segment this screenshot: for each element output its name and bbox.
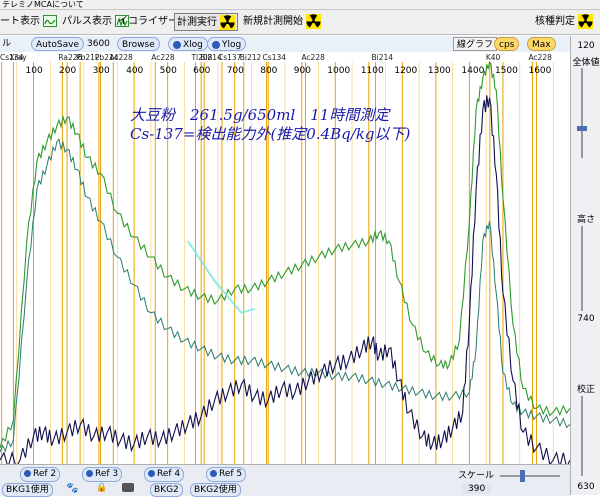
measure-run-button[interactable]: 計測実行 bbox=[174, 13, 239, 31]
channels-value: 3600 bbox=[87, 39, 110, 49]
peak-label: Ac228 bbox=[151, 53, 175, 62]
lock-icon[interactable]: 🔒 bbox=[96, 483, 107, 493]
x-tick-label: 200 bbox=[59, 66, 77, 76]
x-tick-label: 1200 bbox=[394, 66, 418, 76]
ref2-toggle[interactable]: Ref 2 bbox=[20, 467, 61, 482]
new-measure-button[interactable]: 新規計測開始 bbox=[243, 13, 322, 31]
height-label: 高さ bbox=[576, 215, 595, 225]
radiation-icon bbox=[220, 14, 236, 30]
ylog-toggle[interactable]: Ylog bbox=[207, 37, 247, 51]
peak-label: K40 bbox=[485, 53, 501, 62]
nuclide-judge-button[interactable]: 核種判定 bbox=[535, 13, 594, 31]
scale-slider-thumb[interactable] bbox=[520, 470, 525, 482]
ref2-label: Ref 2 bbox=[33, 469, 57, 479]
radiation-icon bbox=[578, 13, 594, 29]
max-toggle[interactable]: Max bbox=[527, 37, 556, 51]
reference-bar: Ref 2 Ref 3 Ref 4 Ref 5 BKG1使用 🐾 🔒 BKG2 … bbox=[0, 464, 570, 497]
autosave-toggle[interactable]: AutoSave bbox=[31, 37, 84, 51]
x-tick-label: 300 bbox=[92, 66, 110, 76]
full-value-slider-track[interactable] bbox=[581, 68, 583, 158]
peak-label: Ac228 bbox=[301, 53, 325, 62]
scale-slider-track[interactable] bbox=[500, 475, 560, 477]
x-tick-label: 1600 bbox=[528, 66, 552, 76]
radio-dot-icon bbox=[148, 470, 155, 477]
calibration-value: 630 bbox=[577, 482, 595, 492]
radio-dot-icon bbox=[24, 470, 31, 477]
radio-dot-icon bbox=[212, 40, 220, 49]
ylog-label: Ylog bbox=[222, 40, 242, 50]
full-value-slider-thumb[interactable] bbox=[577, 126, 587, 131]
top-value: 120 bbox=[577, 41, 595, 51]
new-measure-label: 新規計測開始 bbox=[243, 16, 303, 27]
ref3-label: Ref 3 bbox=[95, 469, 119, 479]
x-tick-label: 800 bbox=[260, 66, 278, 76]
chart-display-toggle[interactable]: ート表示 bbox=[0, 13, 58, 31]
measure-run-label: 計測実行 bbox=[177, 17, 217, 28]
nuclide-judge-label: 核種判定 bbox=[535, 16, 575, 27]
line-graph-toggle[interactable]: 線グラフ bbox=[453, 37, 498, 51]
radiation-icon bbox=[306, 13, 322, 29]
radio-dot-icon bbox=[173, 40, 181, 49]
scale-value: 390 bbox=[462, 484, 492, 494]
peak-label: Bi214 bbox=[371, 53, 394, 62]
height-value: 740 bbox=[577, 314, 595, 324]
peak-label: Ac228 bbox=[528, 53, 552, 62]
x-tick-label: 1400 bbox=[461, 66, 485, 76]
peak-label: Bi212 bbox=[239, 53, 262, 62]
options-left-fragment: ル bbox=[2, 39, 12, 49]
x-tick-label: 100 bbox=[25, 66, 43, 76]
energy-axis: 100 200 300 400 500 600 700 800 900 1000 1100 1200 1… bbox=[0, 52, 570, 76]
x-tick-label: 1100 bbox=[360, 66, 384, 76]
calibration-label: 校正 bbox=[576, 385, 595, 395]
radio-dot-icon bbox=[86, 470, 93, 477]
window-title-fragment: テレミノMCAについて bbox=[0, 0, 600, 10]
right-control-panel: 120 全体値 高さ 740 校正 630 bbox=[570, 36, 600, 495]
xlog-label: Xlog bbox=[183, 40, 203, 50]
options-bar: ル AutoSave 3600 Browse Xlog Ylog 線グラフ cp… bbox=[0, 36, 600, 52]
scale-label: スケール bbox=[458, 471, 495, 481]
xlog-toggle[interactable]: Xlog bbox=[168, 37, 208, 51]
peak-label: Cs134 bbox=[262, 53, 287, 62]
pulse-display-label: パルス表示 bbox=[62, 16, 112, 27]
sample-annotation-line1: 大豆粉 261.5g/650ml 11時間測定 bbox=[130, 106, 390, 124]
equalizer-label: イコライザー bbox=[118, 16, 178, 27]
wave-icon bbox=[43, 15, 58, 27]
x-tick-label: 1300 bbox=[427, 66, 451, 76]
ref5-label: Ref 5 bbox=[219, 469, 243, 479]
paw-icon[interactable]: 🐾 bbox=[66, 483, 78, 494]
x-tick-label: 1500 bbox=[494, 66, 518, 76]
radio-dot-icon bbox=[210, 470, 217, 477]
chart-display-label: ート表示 bbox=[0, 16, 40, 27]
calibration-slider-track[interactable] bbox=[581, 396, 583, 476]
peak-label: Ac228 bbox=[109, 53, 133, 62]
sample-annotation-line2: Cs-137=検出能力外(推定0.4Bq/kg以下) bbox=[130, 125, 411, 143]
height-slider-track[interactable] bbox=[581, 226, 583, 311]
camera-icon[interactable] bbox=[122, 483, 134, 492]
x-tick-label: 600 bbox=[193, 66, 211, 76]
peak-label: Cs137 bbox=[217, 53, 242, 62]
browse-button[interactable]: Browse bbox=[117, 37, 160, 51]
main-toolbar: ート表示 パルス表示 イコライザー 計測実行 新規計測開始 核種判定 bbox=[0, 10, 600, 35]
cps-toggle[interactable]: cps bbox=[494, 37, 520, 51]
spectrum-line-fit bbox=[186, 240, 256, 314]
x-tick-label: 500 bbox=[159, 66, 177, 76]
x-tick-label: 900 bbox=[293, 66, 311, 76]
x-tick-label: 1000 bbox=[327, 66, 351, 76]
x-tick-label: 700 bbox=[226, 66, 244, 76]
full-value-label: 全体値 bbox=[572, 58, 600, 68]
ref5-toggle[interactable]: Ref 5 bbox=[206, 467, 247, 482]
ref3-toggle[interactable]: Ref 3 bbox=[82, 467, 123, 482]
x-tick-label: 400 bbox=[126, 66, 144, 76]
peak-label: Xray bbox=[9, 53, 27, 62]
ref4-toggle[interactable]: Ref 4 bbox=[144, 467, 185, 482]
ref4-label: Ref 4 bbox=[157, 469, 181, 479]
